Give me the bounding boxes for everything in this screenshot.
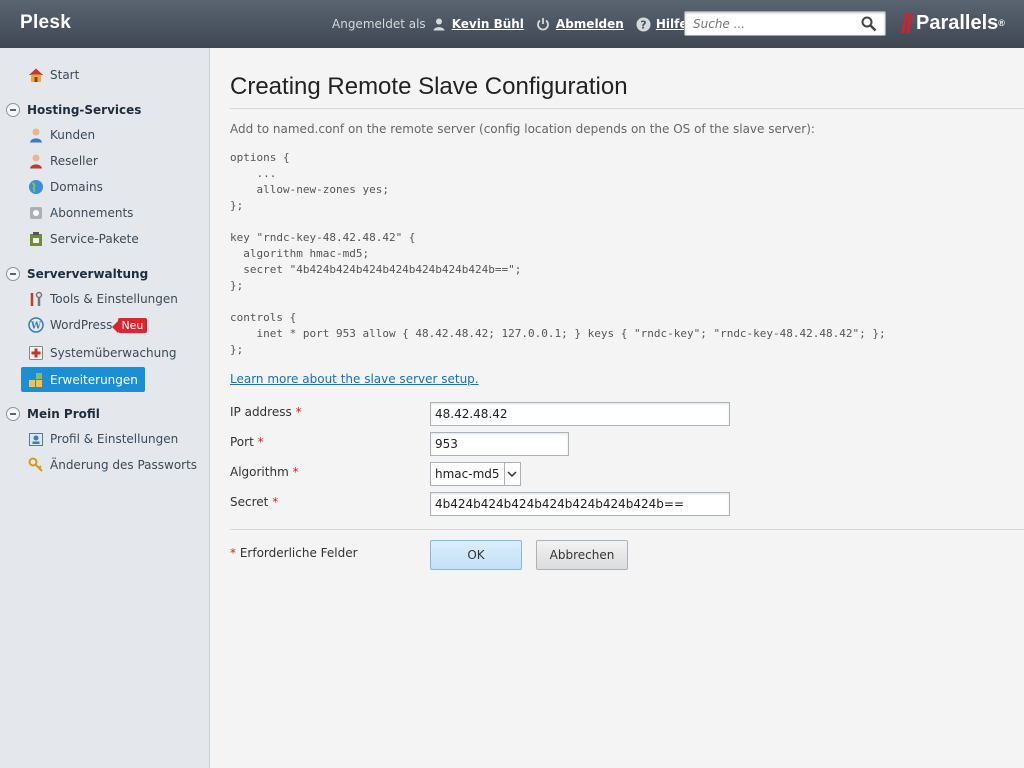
tools-icon bbox=[28, 291, 44, 307]
key-icon bbox=[28, 457, 44, 473]
sidebar-item-label: Erweiterungen bbox=[50, 372, 138, 387]
algorithm-select[interactable]: hmac-md5 bbox=[430, 462, 521, 486]
sidebar-item-label: Änderung des Passworts bbox=[50, 458, 198, 472]
section-label: Mein Profil bbox=[27, 407, 100, 421]
sidebar-section-hosting[interactable]: Hosting-Services bbox=[6, 100, 141, 120]
sidebar-item-service-pakete[interactable]: Service-Pakete bbox=[28, 229, 139, 249]
sidebar-item-domains[interactable]: Domains bbox=[28, 177, 103, 197]
app-logo[interactable]: Plesk bbox=[20, 12, 71, 34]
ok-button[interactable]: OK bbox=[430, 540, 522, 570]
port-label: Port * bbox=[230, 435, 264, 449]
title-divider bbox=[230, 108, 1024, 109]
sidebar-item-label: Systemüberwachung bbox=[50, 346, 177, 360]
required-marker: * bbox=[292, 465, 299, 479]
secret-input[interactable] bbox=[430, 492, 730, 516]
sidebar-item-passwort[interactable]: Änderung des Passworts bbox=[28, 455, 197, 475]
logout-link[interactable]: Abmelden bbox=[556, 17, 624, 31]
ip-address-label: IP address * bbox=[230, 405, 302, 419]
sidebar-item-label: Domains bbox=[50, 180, 103, 194]
wordpress-icon: W bbox=[28, 317, 44, 333]
sidebar-item-label: Profil & Einstellungen bbox=[50, 432, 179, 446]
globe-icon bbox=[28, 179, 44, 195]
sidebar-item-profil[interactable]: Profil & Einstellungen bbox=[28, 429, 178, 449]
sidebar-section-serververwaltung[interactable]: Serververwaltung bbox=[6, 264, 148, 284]
svg-text:?: ? bbox=[640, 19, 646, 32]
sidebar-item-label: Reseller bbox=[50, 154, 98, 168]
algorithm-selected-value: hmac-md5 bbox=[435, 467, 500, 481]
user-icon bbox=[432, 17, 446, 31]
search-input[interactable] bbox=[685, 12, 855, 35]
brand-mark: ® bbox=[998, 18, 1005, 28]
user-name-link[interactable]: Kevin Bühl bbox=[452, 17, 524, 31]
sidebar-item-wordpress[interactable]: W WordPress Neu bbox=[28, 315, 148, 335]
sidebar-item-label: WordPress bbox=[50, 318, 113, 332]
required-marker: * bbox=[257, 435, 264, 449]
form-divider bbox=[230, 529, 1024, 530]
extensions-icon bbox=[28, 372, 44, 388]
sidebar-item-label: Service-Pakete bbox=[50, 232, 139, 246]
customer-icon bbox=[28, 127, 44, 143]
secret-label: Secret * bbox=[230, 495, 279, 509]
page-title: Creating Remote Slave Configuration bbox=[230, 73, 628, 100]
port-input[interactable] bbox=[430, 432, 569, 456]
collapse-icon bbox=[6, 407, 20, 421]
home-icon bbox=[28, 67, 44, 83]
brand-name: Parallels bbox=[916, 11, 999, 34]
parallels-logo[interactable]: Parallels ® bbox=[901, 11, 1005, 35]
collapse-icon bbox=[6, 103, 20, 117]
sidebar-item-label: Kunden bbox=[50, 128, 96, 142]
sidebar-section-mein-profil[interactable]: Mein Profil bbox=[6, 404, 100, 424]
sidebar-item-erweiterungen[interactable]: Erweiterungen bbox=[21, 367, 145, 392]
chevron-down-icon bbox=[503, 463, 520, 485]
sidebar-item-systemueberwachung[interactable]: Systemüberwachung bbox=[28, 343, 177, 363]
required-marker: * bbox=[230, 546, 236, 560]
top-header-bar: Plesk Angemeldet als Kevin Bühl Abmelden… bbox=[0, 0, 1024, 48]
sidebar-item-abonnements[interactable]: Abonnements bbox=[28, 203, 133, 223]
sidebar-item-reseller[interactable]: Reseller bbox=[28, 151, 98, 171]
section-label: Hosting-Services bbox=[27, 103, 142, 117]
reseller-icon bbox=[28, 153, 44, 169]
subscription-icon bbox=[28, 205, 44, 221]
config-code-block: options { ... allow-new-zones yes; }; ke… bbox=[230, 151, 886, 356]
required-marker: * bbox=[295, 405, 302, 419]
package-icon bbox=[28, 231, 44, 247]
profile-card-icon bbox=[28, 431, 44, 447]
svg-text:W: W bbox=[30, 322, 42, 332]
help-link[interactable]: Hilfe bbox=[656, 17, 688, 31]
monitoring-icon bbox=[28, 345, 44, 361]
parallels-bars-icon bbox=[901, 13, 913, 33]
sidebar-item-label: Start bbox=[50, 68, 80, 82]
cancel-button[interactable]: Abbrechen bbox=[536, 540, 628, 570]
user-area: Angemeldet als Kevin Bühl Abmelden ? Hil… bbox=[332, 14, 687, 34]
power-icon bbox=[536, 17, 550, 31]
help-icon: ? bbox=[636, 17, 651, 32]
sidebar-item-label: Tools & Einstellungen bbox=[50, 292, 178, 306]
sidebar-item-tools[interactable]: Tools & Einstellungen bbox=[28, 289, 178, 309]
search-icon[interactable] bbox=[861, 16, 877, 35]
sidebar-item-label: Abonnements bbox=[50, 206, 134, 220]
collapse-icon bbox=[6, 267, 20, 281]
learn-more-link[interactable]: Learn more about the slave server setup. bbox=[230, 372, 479, 386]
section-label: Serververwaltung bbox=[27, 267, 149, 281]
new-badge: Neu bbox=[112, 317, 148, 333]
sidebar-item-start[interactable]: Start bbox=[28, 65, 79, 85]
config-description: Add to named.conf on the remote server (… bbox=[230, 122, 815, 136]
main-content: Creating Remote Slave Configuration Add … bbox=[211, 48, 1024, 768]
sidebar-item-kunden[interactable]: Kunden bbox=[28, 125, 95, 145]
required-fields-note: * Erforderliche Felder bbox=[230, 546, 358, 560]
ip-address-input[interactable] bbox=[430, 402, 730, 426]
sidebar: Start Hosting-Services Kunden Reseller D… bbox=[0, 48, 210, 768]
required-marker: * bbox=[272, 495, 279, 509]
algorithm-label: Algorithm * bbox=[230, 465, 299, 479]
search-box bbox=[684, 11, 886, 36]
signed-in-label: Angemeldet als bbox=[332, 17, 426, 31]
